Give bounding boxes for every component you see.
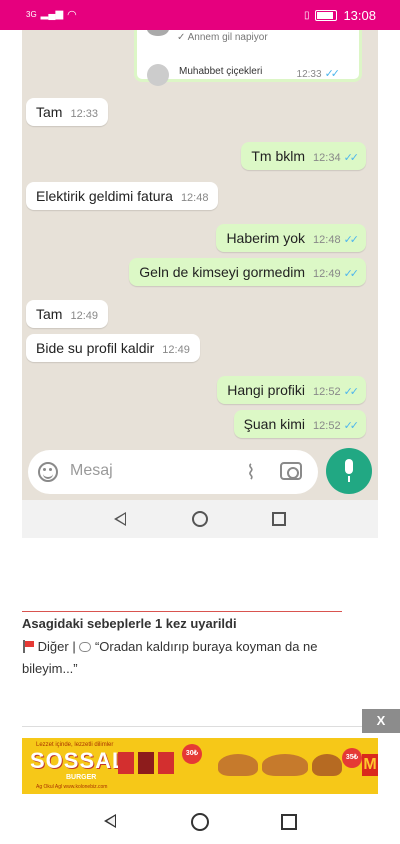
read-ticks-icon: ✓✓ <box>324 68 341 80</box>
ad-burger-image <box>262 754 308 776</box>
recent-apps-icon <box>272 512 286 526</box>
home-icon <box>192 511 208 527</box>
clock: 13:08 <box>343 8 376 23</box>
ad-close-button[interactable]: X <box>362 709 400 733</box>
message-in[interactable]: Tam 12:33 <box>26 98 108 126</box>
read-ticks-icon: ✓✓ <box>343 268 360 280</box>
read-ticks-icon: ✓✓ <box>343 420 360 432</box>
status-bar: 3G ▂▄▆ ◠ ▯ 13:08 <box>0 0 400 30</box>
forwarded-preview-card: ✓ Annem gil napiyor Muhabbet çiçekleri 1… <box>134 30 362 86</box>
message-text: Tm bklm <box>251 148 306 164</box>
battery-icon <box>315 10 338 21</box>
message-text: Bide su profil kaldir <box>36 340 155 356</box>
vibrate-icon: ▯ <box>303 10 310 21</box>
embedded-nav-bar <box>22 500 378 538</box>
message-text: Elektirik geldimi fatura <box>36 188 173 204</box>
preview-time: 12:33 ✓✓ <box>296 68 341 80</box>
ad-burger-image <box>218 754 258 776</box>
message-in[interactable]: Elektirik geldimi fatura 12:48 <box>26 182 219 210</box>
message-composer[interactable]: Mesaj ⌇ <box>28 450 318 494</box>
preview-avatar-top <box>147 30 169 36</box>
ad-brand: SOSSAL <box>30 748 127 773</box>
message-text: Şuan kimi <box>243 416 306 432</box>
preview-avatar <box>147 64 169 86</box>
message-time: 12:52 <box>313 420 341 432</box>
message-in[interactable]: Tam 12:49 <box>26 300 108 328</box>
message-time: 12:33 <box>70 108 98 120</box>
home-button[interactable] <box>191 813 209 831</box>
network-type: 3G <box>26 10 37 19</box>
message-out[interactable]: Hangi profiki 12:52 ✓✓ <box>217 376 366 404</box>
warning-title: Asagidaki sebeplerle 1 kez uyarildi <box>22 616 237 631</box>
ad-footnote: Ag Okul Agl www.kolonebiz.com <box>36 784 108 790</box>
signal-icon: ▂▄▆ <box>40 9 64 20</box>
status-left: 3G ▂▄▆ ◠ <box>26 8 77 21</box>
back-icon <box>114 512 126 526</box>
message-time: 12:48 <box>313 234 341 246</box>
warning-detail: Diğer | “Oradan kaldırıp buraya koyman d… <box>22 639 318 676</box>
mic-icon[interactable] <box>326 448 372 494</box>
message-time: 12:48 <box>180 192 209 204</box>
message-time: 12:49 <box>313 268 341 280</box>
ad-product-image <box>118 752 134 774</box>
ad-price-badge: 35₺ <box>342 748 362 768</box>
read-ticks-icon: ✓✓ <box>343 152 360 164</box>
message-text: Tam <box>36 306 63 322</box>
message-text: Hangi profiki <box>227 382 306 398</box>
message-out[interactable]: Haberim yok 12:48 ✓✓ <box>216 224 366 252</box>
read-ticks-icon: ✓✓ <box>343 234 360 246</box>
attach-icon[interactable]: ⌇ <box>246 460 256 485</box>
message-out[interactable]: Şuan kimi 12:52 ✓✓ <box>233 410 366 438</box>
ad-product-image <box>138 752 154 774</box>
message-time: 12:49 <box>162 344 190 356</box>
message-out[interactable]: Geln de kimseyi gormedim 12:49 ✓✓ <box>129 258 366 286</box>
section-divider <box>22 726 362 727</box>
warning-category: Diğer <box>37 639 69 654</box>
status-right: ▯ 13:08 <box>304 8 376 23</box>
mcdonalds-logo: M <box>362 754 378 776</box>
chat-screenshot: ✓ Annem gil napiyor Muhabbet çiçekleri 1… <box>22 30 378 538</box>
camera-icon[interactable] <box>280 462 302 480</box>
message-text: Geln de kimseyi gormedim <box>139 264 306 280</box>
message-input-placeholder[interactable]: Mesaj <box>70 462 113 480</box>
wifi-icon: ◠ <box>67 9 77 21</box>
ad-price-badge: 30₺ <box>182 744 202 764</box>
ad-burger-image <box>312 754 342 776</box>
preview-line2: Muhabbet çiçekleri <box>179 66 263 77</box>
warning-divider <box>22 611 342 612</box>
speech-bubble-icon <box>79 642 92 652</box>
ad-product-image <box>158 752 174 774</box>
back-button[interactable] <box>104 814 116 828</box>
message-time: 12:34 <box>313 152 341 164</box>
message-text: Tam <box>36 104 63 120</box>
preview-line1: ✓ Annem gil napiyor <box>177 32 268 43</box>
recent-apps-button[interactable] <box>281 814 297 830</box>
system-nav-bar <box>0 800 400 844</box>
message-out[interactable]: Tm bklm 12:34 ✓✓ <box>241 142 366 170</box>
ad-banner[interactable]: Lezzet içinde, lezzetli dilimler SOSSAL … <box>22 738 378 794</box>
message-text: Haberim yok <box>226 230 306 246</box>
message-in[interactable]: Bide su profil kaldir 12:49 <box>26 334 200 362</box>
message-time: 12:49 <box>70 310 98 322</box>
read-ticks-icon: ✓✓ <box>343 386 360 398</box>
emoji-icon[interactable] <box>38 462 58 482</box>
message-time: 12:52 <box>313 386 341 398</box>
ad-subbrand: BURGER <box>66 774 97 781</box>
flag-icon <box>22 640 34 653</box>
